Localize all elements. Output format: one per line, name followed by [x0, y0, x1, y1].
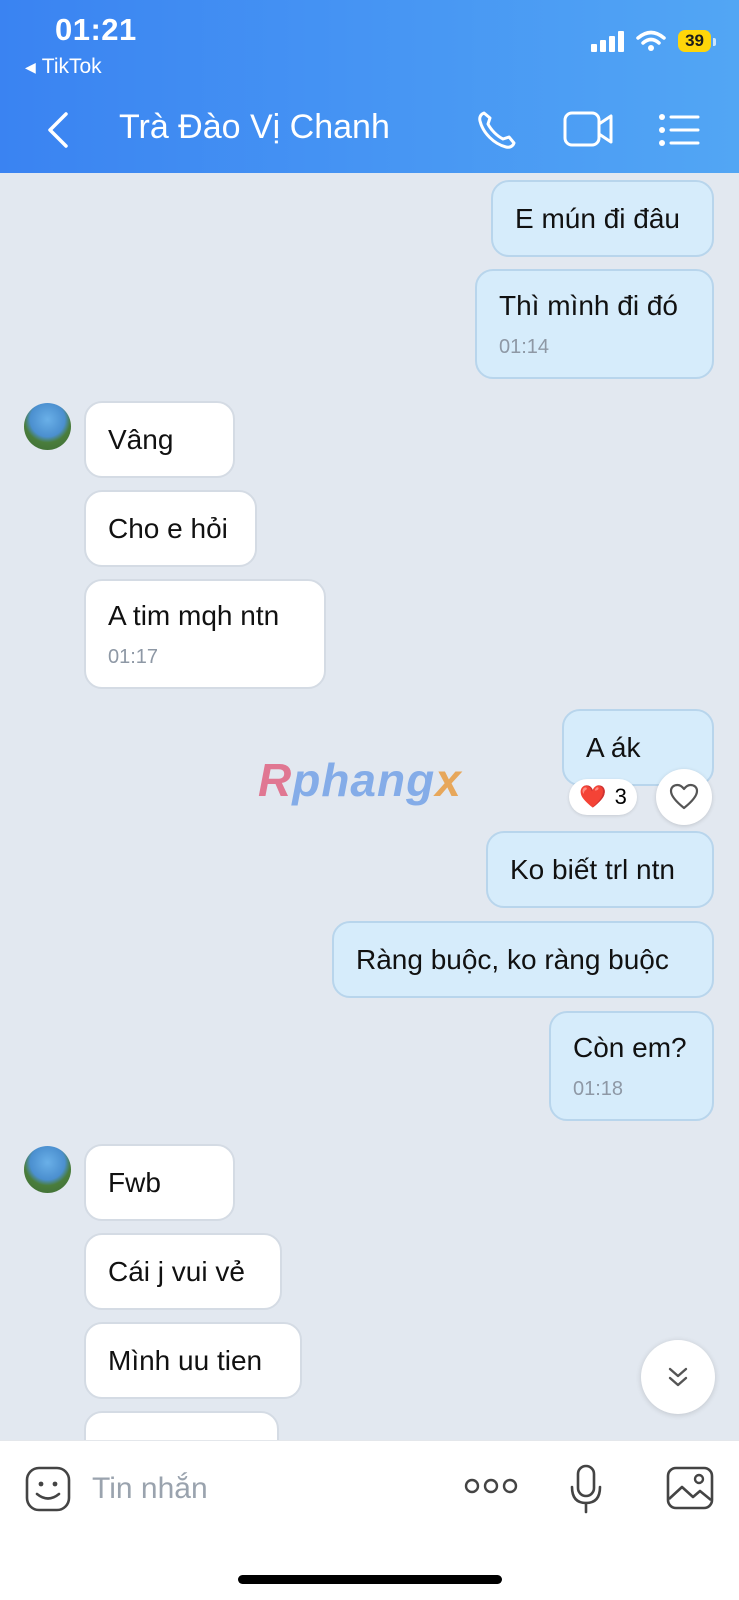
message-text: Vâng [108, 423, 174, 455]
sticker-icon[interactable] [24, 1465, 72, 1513]
message-bubble-incoming[interactable]: Cái j vui vẻ [84, 1233, 282, 1310]
scroll-to-bottom-button[interactable] [641, 1340, 715, 1414]
message-composer [0, 1440, 739, 1600]
message-text: Cái j vui vẻ [108, 1255, 245, 1287]
message-time: 01:17 [108, 645, 159, 668]
message-text: E mún đi đâu [515, 202, 680, 234]
message-text: Fwb [108, 1166, 161, 1198]
back-arrow-icon[interactable] [40, 106, 76, 154]
message-text: Còn em? [573, 1031, 687, 1063]
chevron-double-down-icon [668, 1367, 688, 1387]
message-text: Mình uu tien [108, 1344, 263, 1376]
back-to-app-link[interactable]: ◀ TikTok [25, 55, 102, 79]
wifi-icon [636, 30, 666, 51]
avatar[interactable] [24, 1146, 71, 1193]
battery-indicator: 39 [678, 30, 716, 52]
message-bubble-outgoing[interactable]: Còn em? 01:18 [549, 1011, 714, 1121]
microphone-icon[interactable] [568, 1463, 604, 1515]
home-indicator[interactable] [238, 1575, 502, 1584]
status-icons: 39 [591, 30, 716, 52]
status-time: 01:21 [55, 12, 137, 47]
chat-title[interactable]: Trà Đào Vị Chanh [119, 108, 390, 147]
message-text: Cho e hỏi [108, 512, 228, 544]
message-bubble-incoming[interactable]: Cho e hỏi [84, 490, 257, 567]
heart-icon [669, 783, 699, 810]
message-time: 01:14 [499, 335, 550, 358]
watermark-logo: Rphangx [258, 754, 462, 806]
message-list[interactable]: E mún đi đâu Thì mình đi đó 01:14 Vâng C… [0, 173, 739, 1440]
react-heart-button[interactable] [656, 769, 712, 825]
message-text: Ko biết trl ntn [510, 853, 675, 885]
reaction-count: 3 [614, 784, 627, 809]
message-bubble-outgoing[interactable]: E mún đi đâu [491, 180, 714, 257]
message-bubble-outgoing[interactable]: Ràng buộc, ko ràng buộc [332, 921, 714, 998]
message-text: Thì mình đi đó [499, 289, 678, 321]
image-icon[interactable] [665, 1465, 715, 1511]
message-text: A tim mqh ntn [108, 599, 280, 631]
menu-list-icon[interactable] [658, 112, 700, 148]
chat-header: 01:21 ◀ TikTok 39 Trà Đào Vị Chanh [0, 0, 739, 173]
message-bubble-incoming[interactable]: Vâng [84, 401, 235, 478]
message-bubble-incoming[interactable]: A tim mqh ntn 01:17 [84, 579, 326, 689]
message-time: 01:18 [573, 1077, 624, 1100]
video-call-icon[interactable] [563, 110, 615, 148]
message-bubble-outgoing[interactable]: Ko biết trl ntn [486, 831, 714, 908]
more-icon[interactable] [464, 1477, 518, 1495]
message-bubble-incoming[interactable]: Mình uu tien [84, 1322, 302, 1399]
message-bubble-incoming[interactable] [84, 1411, 279, 1440]
reaction-badge[interactable]: ❤️ 3 [569, 779, 637, 815]
cellular-signal-icon [591, 30, 625, 52]
message-bubble-incoming[interactable]: Fwb [84, 1144, 235, 1221]
message-bubble-outgoing[interactable]: Thì mình đi đó 01:14 [475, 269, 714, 379]
back-triangle-icon: ◀ [25, 58, 36, 75]
message-input[interactable] [92, 1467, 422, 1511]
message-text: A ák [586, 731, 641, 763]
message-text: Ràng buộc, ko ràng buộc [356, 943, 669, 975]
reaction-emoji: ❤️ [579, 784, 607, 809]
phone-icon[interactable] [475, 108, 519, 152]
back-app-label: TikTok [41, 55, 102, 78]
avatar[interactable] [24, 403, 71, 450]
